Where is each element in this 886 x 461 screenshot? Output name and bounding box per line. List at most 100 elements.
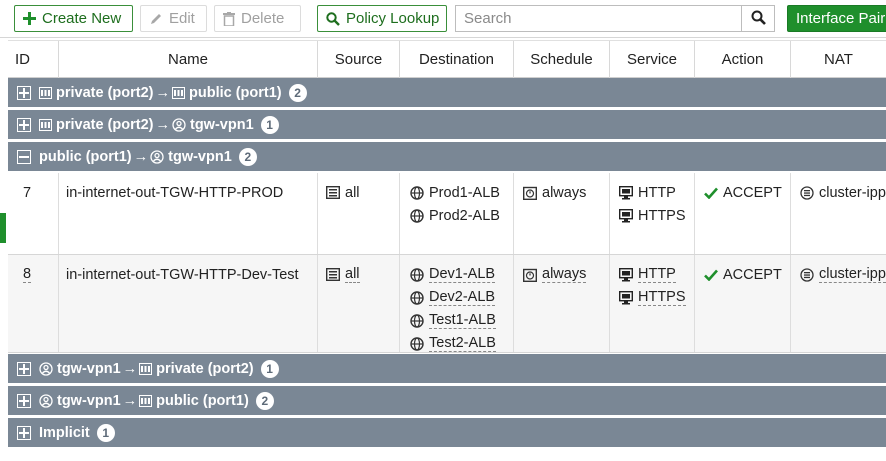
group-private-to-public[interactable]: private (port2) → public (port1) 2 <box>8 78 886 108</box>
policy-nat: cluster-ipp <box>791 255 886 352</box>
group-from: tgw-vpn1 <box>57 392 121 409</box>
service-icon <box>619 267 633 282</box>
policy-service: HTTP HTTPS <box>610 255 695 352</box>
expand-icon[interactable] <box>17 361 31 376</box>
interface-pair-button[interactable]: Interface Pair <box>787 5 886 32</box>
globe-icon <box>410 267 424 282</box>
group-to: tgw-vpn1 <box>168 148 232 165</box>
policy-lookup-label: Policy Lookup <box>346 10 440 27</box>
group-tgw-to-public[interactable]: tgw-vpn1 → public (port1) 2 <box>8 386 886 416</box>
expand-icon[interactable] <box>17 117 31 132</box>
policy-action: ACCEPT <box>695 255 791 352</box>
globe-icon <box>410 290 424 305</box>
policy-lookup-button[interactable]: Policy Lookup <box>317 5 447 32</box>
col-id[interactable]: ID <box>8 41 59 78</box>
vpn-tunnel-icon <box>150 149 164 164</box>
group-to: private (port2) <box>156 360 254 377</box>
arrow: → <box>155 84 171 101</box>
arrow: → <box>122 392 138 409</box>
policy-nat: cluster-ipp <box>791 173 886 254</box>
count-badge: 2 <box>238 147 257 166</box>
clock-icon <box>523 186 537 200</box>
vpn-tunnel-icon <box>39 393 53 408</box>
policy-schedule: always <box>514 255 610 352</box>
address-list-icon <box>326 268 340 281</box>
service-icon <box>619 208 633 223</box>
group-to: public (port1) <box>156 392 249 409</box>
policy-action: ACCEPT <box>695 173 791 254</box>
search-icon <box>326 11 340 26</box>
create-new-button[interactable]: Create New <box>14 5 133 32</box>
group-from: private (port2) <box>56 84 154 101</box>
group-to: public (port1) <box>189 84 282 101</box>
trash-icon <box>223 11 235 26</box>
table-row[interactable]: 7 in-internet-out-TGW-HTTP-PROD all Prod… <box>8 173 886 255</box>
interface-icon <box>39 86 52 99</box>
group-from: private (port2) <box>56 116 154 133</box>
interface-icon <box>139 394 153 407</box>
policy-id: 8 <box>8 255 59 352</box>
col-source[interactable]: Source <box>318 41 400 78</box>
interface-icon <box>139 362 153 375</box>
table-row[interactable]: 8 in-internet-out-TGW-HTTP-Dev-Test all … <box>8 255 886 353</box>
table-header: ID Name Source Destination Schedule Serv… <box>8 40 886 78</box>
globe-icon <box>410 185 424 200</box>
count-badge: 1 <box>96 423 115 442</box>
check-icon <box>704 187 718 199</box>
edit-label: Edit <box>169 10 195 27</box>
group-private-to-tgw[interactable]: private (port2) → tgw-vpn1 1 <box>8 110 886 140</box>
edit-button[interactable]: Edit <box>140 5 207 32</box>
col-service[interactable]: Service <box>610 41 695 78</box>
col-action[interactable]: Action <box>695 41 791 78</box>
policy-destination: Dev1-ALB Dev2-ALB Test1-ALB Test2-ALB <box>400 255 514 352</box>
search-icon <box>751 10 766 28</box>
vpn-tunnel-icon <box>172 117 186 132</box>
count-badge: 2 <box>288 83 307 102</box>
policy-name: in-internet-out-TGW-HTTP-Dev-Test <box>59 255 318 352</box>
policy-name: in-internet-out-TGW-HTTP-PROD <box>59 173 318 254</box>
group-from: public (port1) <box>39 148 132 165</box>
group-implicit[interactable]: Implicit 1 <box>8 418 886 448</box>
ip-pool-icon <box>800 267 814 282</box>
globe-icon <box>410 313 424 328</box>
plus-icon <box>23 12 36 25</box>
policy-source: all <box>318 173 400 254</box>
globe-icon <box>410 208 424 223</box>
service-icon <box>619 290 633 305</box>
col-nat[interactable]: NAT <box>791 41 886 78</box>
interface-icon <box>39 118 52 131</box>
col-schedule[interactable]: Schedule <box>514 41 610 78</box>
expand-icon[interactable] <box>17 393 31 408</box>
group-from: tgw-vpn1 <box>57 360 121 377</box>
globe-icon <box>410 336 424 351</box>
address-list-icon <box>326 186 340 199</box>
col-name[interactable]: Name <box>59 41 318 78</box>
pencil-icon <box>149 12 163 26</box>
delete-label: Delete <box>241 10 285 27</box>
clock-icon <box>523 268 537 282</box>
group-tgw-to-private[interactable]: tgw-vpn1 → private (port2) 1 <box>8 354 886 384</box>
policy-service: HTTP HTTPS <box>610 173 695 254</box>
group-public-to-tgw[interactable]: public (port1) → tgw-vpn1 2 <box>8 142 886 172</box>
search-input[interactable] <box>456 6 741 31</box>
delete-button[interactable]: Delete <box>214 5 301 32</box>
search-button[interactable] <box>741 6 774 31</box>
search-box <box>455 5 775 32</box>
toolbar: Create New Edit Delete Policy Lookup Int… <box>0 0 886 38</box>
col-destination[interactable]: Destination <box>400 41 514 78</box>
vpn-tunnel-icon <box>39 361 53 376</box>
count-badge: 1 <box>260 359 279 378</box>
count-badge: 2 <box>255 391 274 410</box>
group-to: tgw-vpn1 <box>190 116 254 133</box>
policy-source: all <box>318 255 400 352</box>
arrow: → <box>133 148 149 165</box>
group-label: Implicit <box>39 424 90 441</box>
expand-icon[interactable] <box>17 425 31 440</box>
count-badge: 1 <box>260 115 279 134</box>
collapse-icon[interactable] <box>17 149 31 164</box>
check-icon <box>704 269 718 281</box>
ip-pool-icon <box>800 185 814 200</box>
expand-icon[interactable] <box>17 85 31 100</box>
policy-schedule: always <box>514 173 610 254</box>
arrow: → <box>122 360 138 377</box>
